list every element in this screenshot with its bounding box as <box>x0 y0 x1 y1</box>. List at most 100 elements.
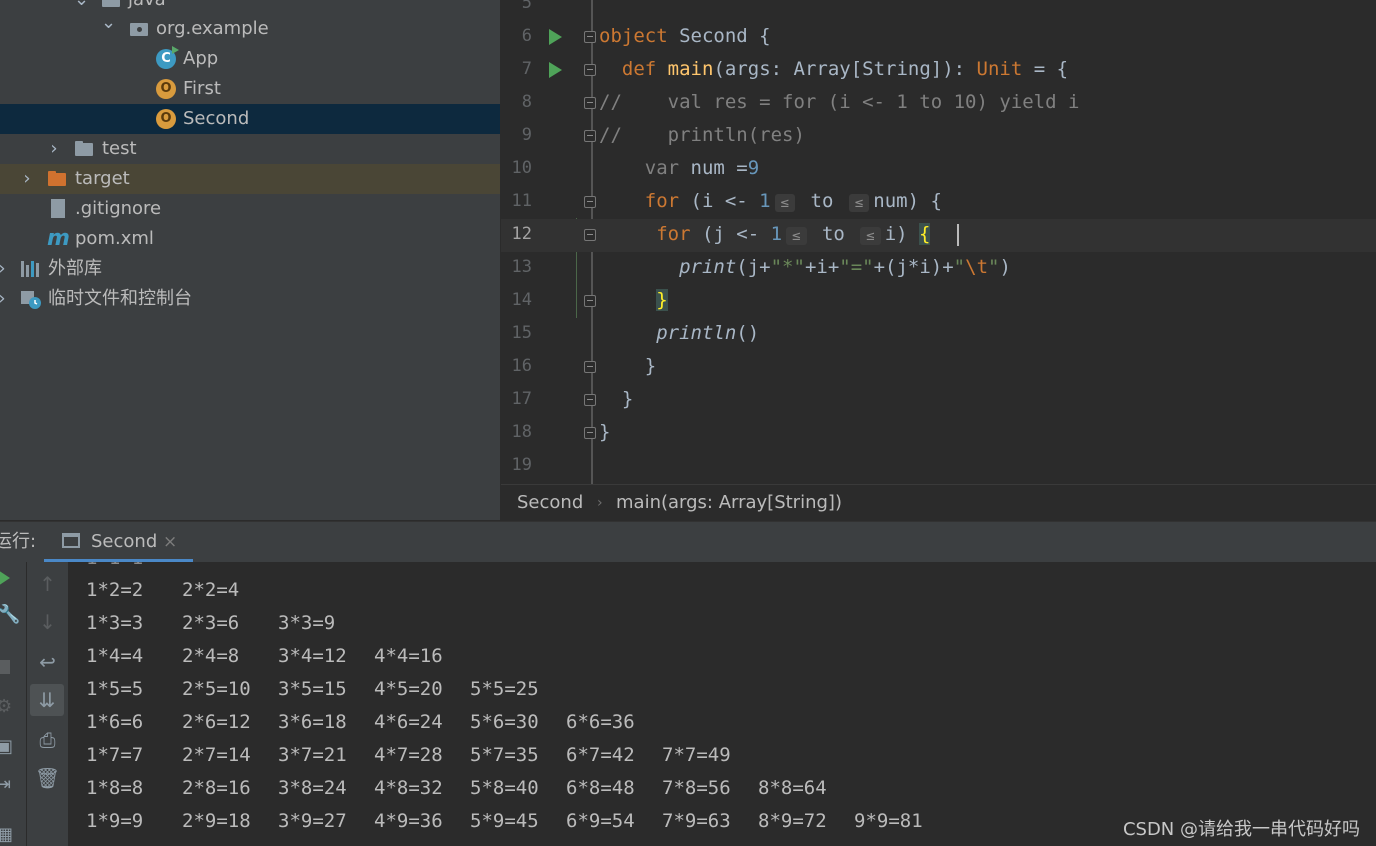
console-cell: 5*6=30 <box>470 711 539 733</box>
print-icon[interactable]: ⎙ <box>27 728 68 752</box>
console-cell: 4*7=28 <box>374 744 443 766</box>
tree-item-gitignore[interactable]: .gitignore <box>0 194 500 224</box>
camera-icon[interactable]: ▣ <box>0 736 13 757</box>
code-line[interactable]: 17 } <box>501 384 1376 417</box>
object-icon-letter: O <box>160 111 172 126</box>
exit-icon[interactable]: ⇥ <box>0 774 11 795</box>
line-number: 5 <box>521 0 532 13</box>
console-cell: 2*2=4 <box>182 579 240 601</box>
console-cell: 4*8=32 <box>374 777 443 799</box>
code-text: var num =9 <box>644 157 760 179</box>
tree-item-external-libraries[interactable]: › 外部库 <box>0 254 500 284</box>
code-line[interactable]: 15 println() <box>501 318 1376 351</box>
fold-icon[interactable] <box>584 196 596 208</box>
tree-item-pom[interactable]: m pom.xml <box>0 224 500 254</box>
wrench-icon[interactable]: 🔧 <box>0 604 20 625</box>
fold-icon[interactable] <box>584 97 596 109</box>
tree-item-org-example[interactable]: ⌄ org.example <box>0 12 500 44</box>
breadcrumb-item-second[interactable]: Second <box>517 485 583 521</box>
run-tab-second[interactable]: Second × <box>44 522 193 562</box>
close-icon[interactable]: × <box>163 522 177 562</box>
console-cell: 6*7=42 <box>566 744 635 766</box>
chevron-right-icon[interactable]: › <box>47 134 61 164</box>
line-number: 8 <box>521 92 532 112</box>
tree-item-app[interactable]: C App <box>0 44 500 74</box>
fold-icon[interactable] <box>584 130 596 142</box>
console-icon <box>62 533 80 548</box>
arrow-up-icon[interactable]: ↑ <box>27 572 68 596</box>
run-gutter-icon[interactable] <box>549 62 562 78</box>
console-cell: 1*2=2 <box>86 579 144 601</box>
fold-icon[interactable] <box>584 229 596 241</box>
console-cell: 5*9=45 <box>470 810 539 832</box>
text-caret <box>957 224 959 246</box>
code-line[interactable]: 7 def main(args: Array[String]): Unit = … <box>501 54 1376 87</box>
layout-icon[interactable]: ▦ <box>0 824 13 845</box>
fold-icon[interactable] <box>584 361 596 373</box>
tree-item-label: 临时文件和控制台 <box>48 288 192 309</box>
tree-item-label: App <box>183 48 219 69</box>
code-line[interactable]: 11 for (i <- 1 ≤ to ≤ num) { <box>501 186 1376 219</box>
arrow-down-icon[interactable]: ↓ <box>27 610 68 634</box>
code-line[interactable]: 14 } <box>501 285 1376 318</box>
line-number: 9 <box>521 125 532 145</box>
line-number: 13 <box>511 257 532 277</box>
console-cell: 2*3=6 <box>182 612 240 634</box>
maven-icon: m <box>47 226 70 251</box>
tree-item-test[interactable]: › test <box>0 134 500 164</box>
code-line[interactable]: 13 print(j+"*"+i+"="+(j*i)+"\t") <box>501 252 1376 285</box>
console-cell: 3*3=9 <box>278 612 336 634</box>
line-number: 14 <box>511 290 532 310</box>
chevron-down-icon[interactable]: ⌄ <box>101 8 116 38</box>
code-line[interactable]: 10 var num =9 <box>501 153 1376 186</box>
fold-icon[interactable] <box>584 31 596 43</box>
trash-icon[interactable]: 🗑 <box>27 766 68 790</box>
code-text: } <box>599 289 668 311</box>
chevron-right-icon[interactable]: › <box>20 164 34 194</box>
soft-wrap-icon[interactable]: ↩ <box>27 650 68 674</box>
code-line[interactable]: 6 object Second { <box>501 21 1376 54</box>
tree-item-java[interactable]: ⌄ java <box>0 0 500 15</box>
line-number: 17 <box>511 389 532 409</box>
tree-item-first[interactable]: O First <box>0 74 500 104</box>
chevron-right-icon[interactable]: › <box>0 254 9 284</box>
breadcrumb: Second › main(args: Array[String]) <box>501 484 1376 521</box>
tree-item-scratches[interactable]: › 临时文件和控制台 <box>0 284 500 314</box>
chevron-down-icon[interactable]: ⌄ <box>74 0 89 15</box>
code-editor[interactable]: 5 6 object Second { 7 def main(args: Arr… <box>501 0 1376 484</box>
fold-icon[interactable] <box>584 64 596 76</box>
console-output[interactable]: 1*1=1 1*2=22*2=41*3=32*3=63*3=91*4=42*4=… <box>68 562 1376 846</box>
console-cell: 3*9=27 <box>278 810 347 832</box>
code-line[interactable]: 5 <box>501 0 1376 21</box>
breadcrumb-item-main[interactable]: main(args: Array[String]) <box>616 485 842 521</box>
stop-icon[interactable] <box>0 660 10 674</box>
fold-icon[interactable] <box>584 427 596 439</box>
code-text: object Second { <box>599 25 771 47</box>
tree-item-second[interactable]: O Second <box>0 104 500 134</box>
code-line[interactable]: 16 } <box>501 351 1376 384</box>
code-line[interactable]: 19 <box>501 450 1376 483</box>
console-cell: 1*5=5 <box>86 678 144 700</box>
console-cell: 6*6=36 <box>566 711 635 733</box>
console-cell: 2*4=8 <box>182 645 240 667</box>
watermark: CSDN @请给我一串代码好吗 <box>1122 819 1360 840</box>
code-line-current[interactable]: 12 for (j <- 1 ≤ to ≤ i) { <box>501 219 1376 252</box>
tree-item-label: java <box>128 0 166 15</box>
console-cell: 5*5=25 <box>470 678 539 700</box>
excluded-folder-icon <box>48 171 66 187</box>
run-gutter-icon[interactable] <box>549 29 562 45</box>
tree-item-target[interactable]: › target <box>0 164 500 194</box>
rerun-icon[interactable] <box>0 570 10 586</box>
code-line[interactable]: 18 } <box>501 417 1376 450</box>
console-cell: 3*6=18 <box>278 711 347 733</box>
code-line[interactable]: 9 // println(res) <box>501 120 1376 153</box>
folder-icon <box>75 141 93 157</box>
code-text: for (i <- 1 ≤ to ≤ num) { <box>644 190 942 212</box>
fold-icon[interactable] <box>584 394 596 406</box>
code-line[interactable]: 8 // val res = for (i <- 1 to 10) yield … <box>501 87 1376 120</box>
scroll-to-end-icon[interactable]: ⇊ <box>30 684 64 716</box>
fold-icon[interactable] <box>584 295 596 307</box>
inlay-hint: ≤ <box>860 227 881 245</box>
settings-icon[interactable]: ⚙ <box>0 696 12 717</box>
chevron-right-icon[interactable]: › <box>0 284 9 314</box>
